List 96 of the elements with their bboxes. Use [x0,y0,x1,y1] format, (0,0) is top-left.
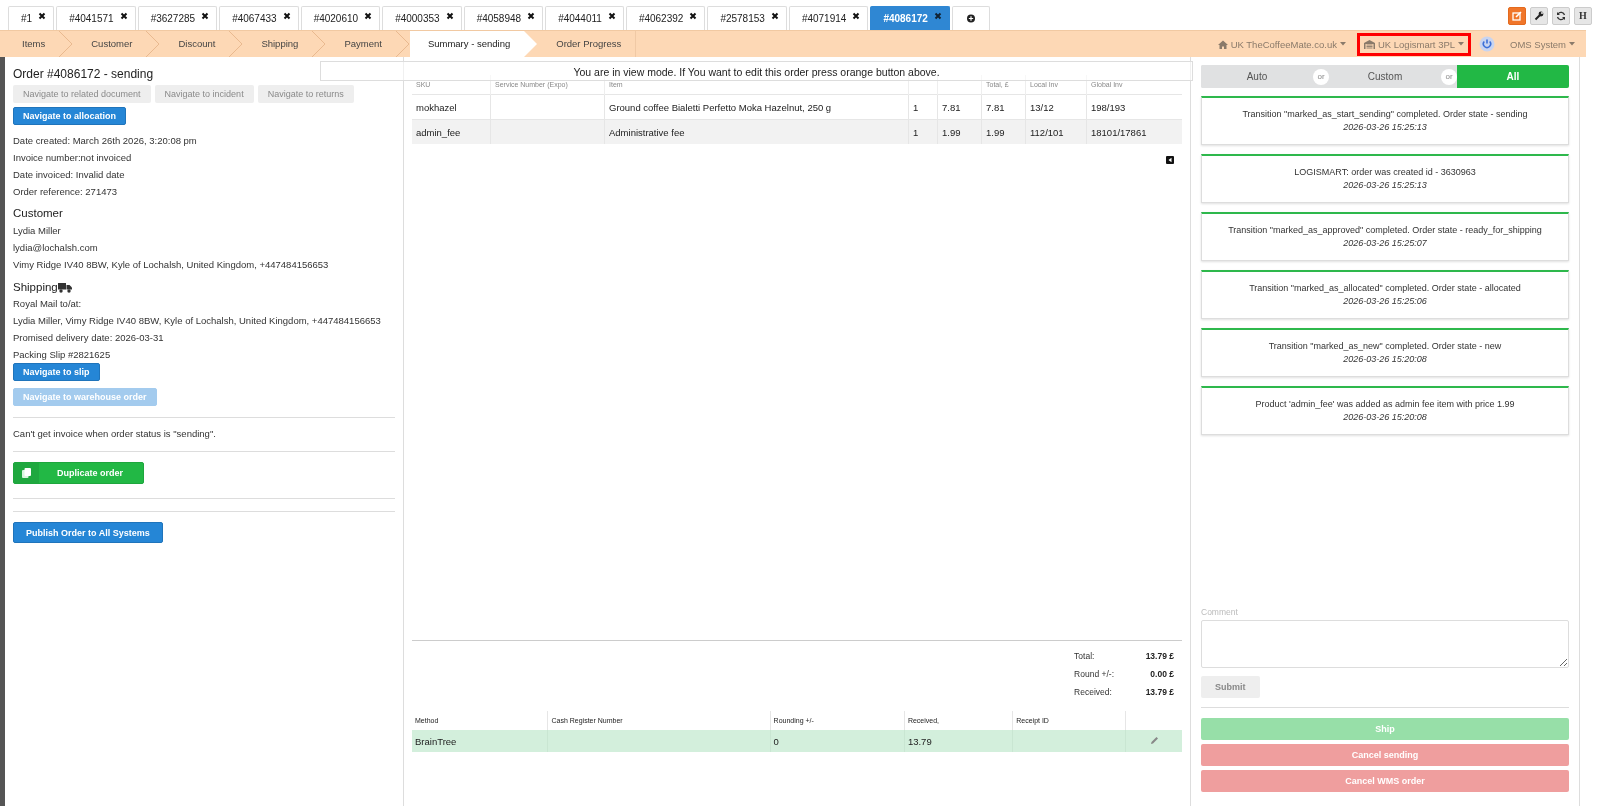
tab[interactable]: #4067433 [219,6,299,30]
power-icon [1479,36,1496,52]
table-cell: 1.99 [981,119,1026,144]
shipping-text: Lydia Miller, Vimy Ridge IV40 8BW, Kyle of Lochalsh, United Kingdom, +447484156653 [13,314,381,328]
collapse-icon [1166,156,1174,164]
comment-field[interactable] [1201,620,1569,668]
shipping-text: Royal Mail to/at: [13,297,82,311]
caret-icon [1458,42,1465,46]
table-cell: BrainTree [412,730,548,752]
publish-button[interactable]: Publish Order to All Systems [13,522,163,543]
chevron-icon [312,31,327,57]
chevron-icon [146,31,161,57]
log-message: LOGISMART: order was created id - 3630963 [1293,166,1477,179]
table-cell: 0 [770,730,905,752]
total-label: Total: [1074,651,1096,661]
home-icon [1217,39,1228,49]
log-time: 2026-03-26 15:25:07 [1342,237,1428,250]
detail-text: Date created: March 26th 2026, 3:20:08 pm [13,134,197,148]
customer-text: Vimy Ridge IV40 8BW, Kyle of Lochalsh, United Kingdom, +447484156653 [13,258,329,272]
tab[interactable]: #4044011 [545,6,624,30]
log-time: 2026-03-26 15:25:13 [1342,179,1428,192]
tab[interactable]: #4041571 [56,6,136,30]
close-icon [201,11,210,20]
table-cell: admin_fee [412,119,491,144]
plus-icon [966,13,975,24]
section-heading: Shipping [13,281,58,293]
close-icon [364,11,373,20]
section-heading: Customer [13,207,63,219]
close-icon [770,11,779,20]
chevron-icon [59,31,74,57]
warehouse-icon [1363,39,1375,49]
refresh-button[interactable] [1552,6,1570,25]
close-icon [933,11,942,20]
log-message: Transition "marked_as_start_sending" completed. Order state - sending [1241,108,1529,121]
order-title: Order #4086172 - sending [13,67,154,81]
customer-text: lydia@lochalsh.com [13,241,98,255]
close-icon [119,11,128,20]
total-label: Round +/-: [1074,669,1114,679]
tab[interactable]: #4020610 [300,6,381,30]
detail-text: Date invoiced: Invalid date [13,168,125,182]
navigate-button[interactable]: Navigate to slip [13,363,100,381]
total-value: 13.79 £ [1144,651,1174,661]
chevron-icon [395,31,410,57]
close-icon [445,11,454,20]
close-icon [282,11,291,20]
tab[interactable]: #4086172 [870,6,950,30]
table-cell: 18101/17861 [1086,119,1182,144]
breadcrumb-step[interactable]: Summary - sending [409,31,539,57]
tab[interactable]: #3627285 [137,6,218,30]
log-time: 2026-03-26 15:20:08 [1342,353,1428,366]
log-message: Product 'admin_fee' was added as admin fee item with price 1.99 [1254,398,1516,411]
log-message: Transition "marked_as_approved" completed. Order state - ready_for_shipping [1227,224,1543,237]
shipping-text: Packing Slip #2821625 [13,348,111,362]
close-icon [607,11,616,20]
refresh-icon [1556,10,1566,21]
invoice-note: Can't get invoice when order status is "sending". [13,428,216,439]
tab[interactable]: #4071914 [788,6,869,30]
close-icon [527,11,536,20]
table-cell: 1.99 [937,119,982,144]
tab[interactable]: #4062392 [625,6,706,30]
tab[interactable]: #1 [8,6,55,30]
wrench-icon [1534,10,1544,21]
tab[interactable]: #4000353 [382,6,462,30]
close-icon [852,11,861,20]
add-tab-button[interactable] [951,6,990,30]
edit-icon [1512,10,1522,21]
wrench-button[interactable] [1530,6,1548,25]
customer-text: Lydia Miller [13,224,61,238]
log-time: 2026-03-26 15:25:06 [1342,295,1428,308]
shipping-text: Promised delivery date: 2026-03-31 [13,331,164,345]
table-cell: 13.79 [904,730,1013,752]
log-time: 2026-03-26 15:25:13 [1342,121,1428,134]
table-cell: 1 [908,119,938,144]
caret-icon [1339,42,1346,46]
detail-text: Invoice number:not invoiced [13,151,132,165]
total-value: 0.00 £ [1149,669,1174,679]
caret-icon [1569,42,1575,46]
tab[interactable]: #2578153 [707,6,787,30]
close-icon [689,11,698,20]
log-message: Transition "marked_as_allocated" completed. Order state - allocated [1248,282,1522,295]
chevron-icon [229,31,244,57]
log-time: 2026-03-26 15:20:08 [1342,411,1428,424]
copy-icon [22,468,31,478]
navigate-button[interactable]: Navigate to allocation [13,107,127,125]
h-button[interactable]: H [1574,6,1592,25]
close-icon [38,11,47,20]
pencil-icon[interactable] [1149,735,1159,745]
truck-icon [57,281,72,293]
log-message: Transition "marked_as_new" completed. Order state - new [1267,340,1503,353]
table-cell: 112/101 [1025,119,1087,144]
detail-text: Order reference: 271473 [13,185,118,199]
total-label: Received: [1074,687,1113,697]
total-value: 13.79 £ [1144,687,1174,697]
comment-label: Comment [1201,607,1238,617]
table-cell: Administrative fee [604,119,909,144]
chevron-icon [524,31,539,57]
